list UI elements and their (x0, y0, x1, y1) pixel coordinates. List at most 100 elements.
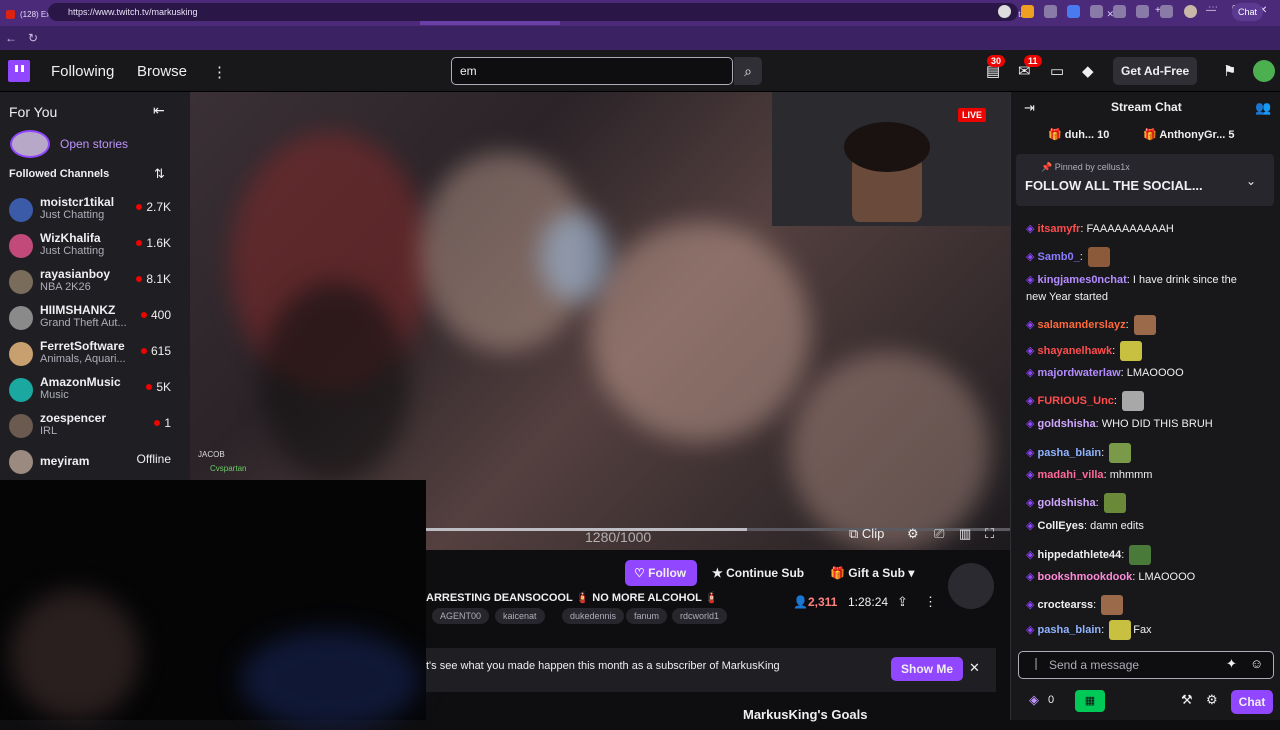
chat-username[interactable]: pasha_blain (1038, 447, 1102, 459)
sidebar-channel[interactable]: AmazonMusic Music 5K (0, 372, 190, 408)
user-avatar[interactable] (1253, 60, 1275, 82)
cast-icon[interactable]: ⎚ (934, 526, 944, 542)
more-menu-icon[interactable]: ⋮ (212, 63, 227, 81)
get-ad-free-button[interactable]: Get Ad-Free (1113, 57, 1198, 85)
bits-icon[interactable]: ✦ (1226, 656, 1237, 672)
stories-avatar[interactable] (10, 130, 50, 158)
chat-message[interactable]: ◈ pasha_blain: (1026, 443, 1133, 463)
follow-button[interactable]: ♡ Follow (625, 560, 697, 586)
chat-username[interactable]: goldshisha (1038, 418, 1096, 430)
sidebar-channel[interactable]: meyiram Offline (0, 444, 190, 480)
reload-icon[interactable]: ↻ (22, 31, 44, 45)
extension-icon[interactable] (1113, 5, 1126, 18)
clip-button[interactable]: ⧉ Clip (849, 526, 884, 542)
chat-message[interactable]: ◈ CollEyes: damn edits (1026, 519, 1144, 533)
sidebar-channel[interactable]: WizKhalifa Just Chatting 1.6K (0, 228, 190, 264)
collapse-sidebar-icon[interactable]: ⇤ (153, 102, 165, 119)
extension-icon[interactable] (1044, 5, 1057, 18)
stream-tag[interactable]: rdcworld1 (672, 608, 728, 624)
nav-following[interactable]: Following (51, 63, 114, 80)
chat-message[interactable]: ◈ croctearss: (1026, 595, 1125, 615)
url-field[interactable]: https://www.twitch.tv/markusking (48, 3, 1018, 21)
chat-username[interactable]: CollEyes (1038, 520, 1084, 532)
sidebar-channel[interactable]: FerretSoftware Animals, Aquari... 615 (0, 336, 190, 372)
bits-icon[interactable]: ◆ (1082, 62, 1094, 80)
chat-message[interactable]: new Year started (1026, 290, 1108, 304)
chat-username[interactable]: madahi_villa (1038, 469, 1104, 481)
twitch-logo-icon[interactable] (8, 60, 30, 82)
pinned-message[interactable]: 📌 Pinned by cellus1x FOLLOW ALL THE SOCI… (1016, 154, 1274, 206)
chat-message[interactable]: ◈ salamanderslayz: (1026, 315, 1158, 335)
chat-message[interactable]: ◈ hippedathlete44: (1026, 545, 1153, 565)
browser-menu-icon[interactable]: ⋯ (1208, 2, 1221, 15)
continue-sub-button[interactable]: ★ Continue Sub (712, 560, 804, 586)
chat-message[interactable]: ◈ madahi_villa: mhmmm (1026, 468, 1152, 482)
settings-icon[interactable]: ⚙ (907, 526, 919, 542)
chat-send-button[interactable]: Chat (1231, 690, 1273, 714)
chat-extension-button[interactable]: Chat (1232, 3, 1264, 21)
chat-message[interactable]: ◈ pasha_blain: Fax (1026, 620, 1152, 640)
more-options-icon[interactable]: ⋮ (924, 594, 937, 610)
back-icon[interactable]: ← (0, 31, 22, 45)
extension-icon[interactable] (1160, 5, 1173, 18)
channel-avatar[interactable] (948, 563, 994, 609)
chat-username[interactable]: goldshisha (1038, 497, 1096, 509)
chat-message[interactable]: ◈ FURIOUS_Unc: (1026, 391, 1146, 411)
stream-tag[interactable]: dukedennis (562, 608, 625, 624)
chat-username[interactable]: majordwaterlaw (1038, 367, 1121, 379)
close-banner-icon[interactable]: ✕ (969, 660, 980, 676)
search-input[interactable]: em (451, 57, 733, 85)
chat-message[interactable]: ◈ Samb0_: (1026, 247, 1112, 267)
chat-identity-icon[interactable]: ❘ (1031, 656, 1041, 670)
emote-picker-icon[interactable]: ☺ (1250, 656, 1263, 671)
chat-message[interactable]: ◈ shayanelhawk: (1026, 341, 1144, 361)
gift-sub-button[interactable]: 🎁 Gift a Sub ▾ (830, 560, 914, 586)
chat-username[interactable]: croctearss (1038, 599, 1094, 611)
extension-icon[interactable] (1067, 5, 1080, 18)
extension-icon[interactable] (1090, 5, 1103, 18)
show-me-button[interactable]: Show Me (891, 657, 964, 681)
stream-tag[interactable]: fanum (626, 608, 668, 624)
profile-icon[interactable] (1184, 5, 1197, 18)
chat-message[interactable]: ◈ goldshisha: (1026, 493, 1128, 513)
mod-tools-icon[interactable]: ⚒ (1181, 692, 1193, 708)
fullscreen-icon[interactable]: ⛶ (985, 526, 994, 542)
translate-icon[interactable]: ⚑ (1223, 62, 1236, 80)
collapse-chat-icon[interactable]: ⇥ (1024, 100, 1035, 116)
chat-username[interactable]: salamanderslayz (1038, 319, 1126, 331)
open-stories-link[interactable]: Open stories (60, 137, 128, 151)
sidebar-channel[interactable]: HIIMSHANKZ Grand Theft Aut... 400 (0, 300, 190, 336)
chat-username[interactable]: kingjames0nchat (1038, 274, 1127, 286)
sidebar-channel[interactable]: rayasianboy NBA 2K26 8.1K (0, 264, 190, 300)
chat-message[interactable]: ◈ kingjames0nchat: I have drink since th… (1026, 273, 1237, 287)
chat-username[interactable]: hippedathlete44 (1038, 549, 1122, 561)
theatre-mode-icon[interactable]: ▥ (959, 526, 971, 542)
chat-username[interactable]: shayanelhawk (1038, 345, 1113, 357)
expand-pinned-icon[interactable]: ⌄ (1246, 174, 1256, 188)
chat-message[interactable]: ◈ majordwaterlaw: LMAOOOO (1026, 366, 1184, 380)
chat-username[interactable]: bookshmookdook (1038, 571, 1133, 583)
extension-icon[interactable] (998, 5, 1011, 18)
nav-browse[interactable]: Browse (137, 63, 187, 80)
sort-icon[interactable]: ⇅ (154, 166, 165, 182)
chat-message[interactable]: ◈ itsamyfr: FAAAAAAAAAAH (1026, 222, 1174, 236)
extension-icon[interactable] (1136, 5, 1149, 18)
sidebar-channel[interactable]: zoespencer IRL 1 (0, 408, 190, 444)
top-gifter[interactable]: 🎁 AnthonyGr... 5 (1143, 128, 1235, 141)
stream-tag[interactable]: AGENT00 (432, 608, 490, 624)
predictions-icon[interactable]: ▦ (1075, 690, 1105, 712)
top-gifter[interactable]: 🎁 duh... 10 (1048, 128, 1109, 141)
whispers-icon[interactable]: ▭ (1050, 62, 1064, 80)
community-icon[interactable]: 👥 (1255, 100, 1271, 116)
chat-username[interactable]: Samb0_ (1038, 251, 1080, 263)
search-icon[interactable]: ⌕ (734, 57, 762, 85)
channel-points-icon[interactable]: ◈ (1029, 692, 1039, 708)
chat-username[interactable]: pasha_blain (1038, 624, 1102, 636)
share-icon[interactable]: ⇪ (897, 594, 908, 610)
chat-username[interactable]: FURIOUS_Unc (1038, 395, 1114, 407)
chat-message[interactable]: ◈ bookshmookdook: LMAOOOO (1026, 570, 1195, 584)
chat-message[interactable]: ◈ goldshisha: WHO DID THIS BRUH (1026, 417, 1213, 431)
extension-icon[interactable] (1021, 5, 1034, 18)
sidebar-channel[interactable]: moistcr1tikal Just Chatting 2.7K (0, 192, 190, 228)
chat-username[interactable]: itsamyfr (1038, 223, 1081, 235)
